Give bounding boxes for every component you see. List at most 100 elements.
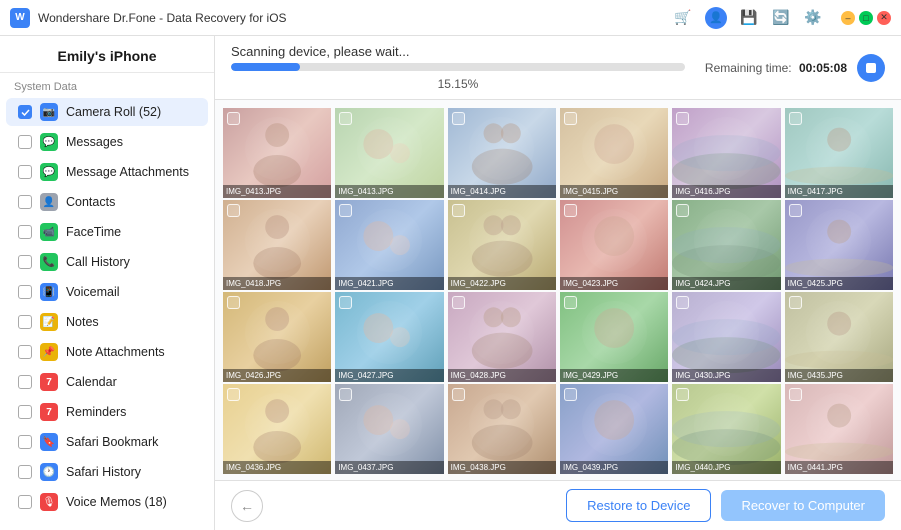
photo-label: IMG_0413.JPG	[335, 185, 443, 198]
cart-icon[interactable]: 🛒	[673, 8, 693, 28]
photo-checkbox[interactable]	[676, 204, 689, 217]
title-bar: W Wondershare Dr.Fone - Data Recovery fo…	[0, 0, 901, 36]
photo-checkbox[interactable]	[452, 204, 465, 217]
photo-checkbox[interactable]	[227, 204, 240, 217]
photo-checkbox[interactable]	[564, 112, 577, 125]
refresh-icon[interactable]: 🔄	[771, 8, 791, 28]
photo-item[interactable]: IMG_0427.JPG	[335, 292, 443, 382]
stop-button[interactable]	[857, 54, 885, 82]
photo-item[interactable]: IMG_0421.JPG	[335, 200, 443, 290]
photo-checkbox[interactable]	[339, 204, 352, 217]
photo-checkbox[interactable]	[227, 112, 240, 125]
call-history-checkbox[interactable]	[18, 255, 32, 269]
photo-label: IMG_0414.JPG	[448, 185, 556, 198]
message-attachments-label: Message Attachments	[66, 165, 189, 179]
photo-label: IMG_0438.JPG	[448, 461, 556, 474]
photo-item[interactable]: IMG_0439.JPG	[560, 384, 668, 474]
photo-checkbox[interactable]	[676, 112, 689, 125]
sidebar-item-messages[interactable]: 💬 Messages	[6, 128, 208, 156]
sidebar-item-facetime[interactable]: 📹 FaceTime	[6, 218, 208, 246]
sidebar-item-voice-memos[interactable]: 🎙 Voice Memos (18)	[6, 488, 208, 516]
photo-checkbox[interactable]	[227, 388, 240, 401]
photo-item[interactable]: IMG_0413.JPG	[223, 108, 331, 198]
recover-to-computer-button[interactable]: Recover to Computer	[721, 490, 885, 521]
sidebar-item-safari-bookmark[interactable]: 🔖 Safari Bookmark	[6, 428, 208, 456]
restore-to-device-button[interactable]: Restore to Device	[566, 489, 711, 522]
photo-checkbox[interactable]	[339, 388, 352, 401]
sidebar-item-calendar[interactable]: 7 Calendar	[6, 368, 208, 396]
close-button[interactable]: ✕	[877, 11, 891, 25]
prev-button[interactable]: ←	[231, 490, 263, 522]
camera-roll-label: Camera Roll (52)	[66, 105, 161, 119]
storage-icon[interactable]: 💾	[739, 8, 759, 28]
photo-item[interactable]: IMG_0438.JPG	[448, 384, 556, 474]
photo-checkbox[interactable]	[452, 296, 465, 309]
calendar-checkbox[interactable]	[18, 375, 32, 389]
facetime-checkbox[interactable]	[18, 225, 32, 239]
user-icon[interactable]: 👤	[705, 7, 727, 29]
scan-text: Scanning device, please wait...	[231, 44, 685, 59]
photo-checkbox[interactable]	[789, 296, 802, 309]
sidebar-item-contacts[interactable]: 👤 Contacts	[6, 188, 208, 216]
photo-checkbox[interactable]	[676, 296, 689, 309]
sidebar-item-reminders[interactable]: 7 Reminders	[6, 398, 208, 426]
photo-checkbox[interactable]	[564, 388, 577, 401]
photo-item[interactable]: IMG_0430.JPG	[672, 292, 780, 382]
sidebar-item-message-attachments[interactable]: 💬 Message Attachments	[6, 158, 208, 186]
photo-checkbox[interactable]	[564, 296, 577, 309]
contacts-checkbox[interactable]	[18, 195, 32, 209]
sidebar-item-note-attachments[interactable]: 📌 Note Attachments	[6, 338, 208, 366]
photo-checkbox[interactable]	[339, 112, 352, 125]
voice-memos-label: Voice Memos (18)	[66, 495, 167, 509]
stop-icon	[866, 63, 876, 73]
camera-roll-checkbox[interactable]	[18, 105, 32, 119]
reminders-checkbox[interactable]	[18, 405, 32, 419]
photo-item[interactable]: IMG_0426.JPG	[223, 292, 331, 382]
photo-item[interactable]: IMG_0422.JPG	[448, 200, 556, 290]
safari-bookmark-checkbox[interactable]	[18, 435, 32, 449]
sidebar-item-safari-history[interactable]: 🕐 Safari History	[6, 458, 208, 486]
photo-item[interactable]: IMG_0437.JPG	[335, 384, 443, 474]
main-layout: Emily's iPhone System Data 📷 Camera Roll…	[0, 36, 901, 530]
photo-item[interactable]: IMG_0429.JPG	[560, 292, 668, 382]
sidebar-item-camera-roll[interactable]: 📷 Camera Roll (52)	[6, 98, 208, 126]
maximize-button[interactable]: □	[859, 11, 873, 25]
note-attachments-checkbox[interactable]	[18, 345, 32, 359]
photo-item[interactable]: IMG_0428.JPG	[448, 292, 556, 382]
photo-item[interactable]: IMG_0416.JPG	[672, 108, 780, 198]
photo-checkbox[interactable]	[789, 388, 802, 401]
messages-checkbox[interactable]	[18, 135, 32, 149]
photo-item[interactable]: IMG_0436.JPG	[223, 384, 331, 474]
message-attachments-checkbox[interactable]	[18, 165, 32, 179]
photo-item[interactable]: IMG_0423.JPG	[560, 200, 668, 290]
sidebar-item-voicemail[interactable]: 📳 Voicemail	[6, 278, 208, 306]
photo-checkbox[interactable]	[452, 112, 465, 125]
photo-checkbox[interactable]	[227, 296, 240, 309]
photo-item[interactable]: IMG_0435.JPG	[785, 292, 893, 382]
photo-item[interactable]: IMG_0418.JPG	[223, 200, 331, 290]
photo-item[interactable]: IMG_0414.JPG	[448, 108, 556, 198]
notes-checkbox[interactable]	[18, 315, 32, 329]
app-logo: W	[10, 8, 30, 28]
sidebar-item-notes[interactable]: 📝 Notes	[6, 308, 208, 336]
voice-memos-checkbox[interactable]	[18, 495, 32, 509]
photo-checkbox[interactable]	[564, 204, 577, 217]
voicemail-checkbox[interactable]	[18, 285, 32, 299]
safari-history-checkbox[interactable]	[18, 465, 32, 479]
photo-checkbox[interactable]	[339, 296, 352, 309]
photo-item[interactable]: IMG_0441.JPG	[785, 384, 893, 474]
photo-checkbox[interactable]	[789, 204, 802, 217]
minimize-button[interactable]: –	[841, 11, 855, 25]
photo-item[interactable]: IMG_0415.JPG	[560, 108, 668, 198]
photo-label: IMG_0421.JPG	[335, 277, 443, 290]
settings-icon[interactable]: ⚙️	[803, 8, 823, 28]
photo-item[interactable]: IMG_0417.JPG	[785, 108, 893, 198]
photo-item[interactable]: IMG_0440.JPG	[672, 384, 780, 474]
photo-checkbox[interactable]	[789, 112, 802, 125]
sidebar-item-call-history[interactable]: 📞 Call History	[6, 248, 208, 276]
photo-item[interactable]: IMG_0424.JPG	[672, 200, 780, 290]
photo-item[interactable]: IMG_0425.JPG	[785, 200, 893, 290]
photo-checkbox[interactable]	[676, 388, 689, 401]
photo-checkbox[interactable]	[452, 388, 465, 401]
photo-item[interactable]: IMG_0413.JPG	[335, 108, 443, 198]
